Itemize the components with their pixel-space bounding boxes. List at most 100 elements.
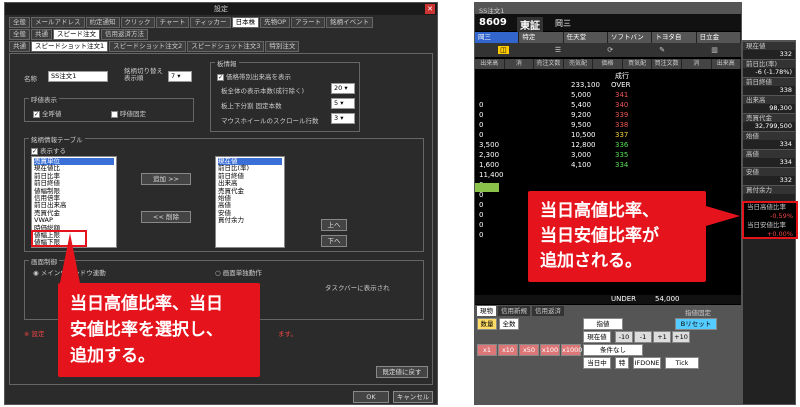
price[interactable]: 341	[615, 91, 628, 99]
symbol-tab[interactable]: トヨタ自	[652, 32, 697, 43]
pre-order-select[interactable]: IFDONE	[633, 357, 661, 369]
price[interactable]: 340	[615, 101, 628, 109]
main-tab[interactable]: 約定通知	[85, 17, 120, 28]
selected-items-list[interactable]: 現在値 前日比(率) 前日終値 出来高 売買代金 始値 高値 安値 買付余力	[215, 156, 285, 248]
sub-tab[interactable]: スピード注文	[53, 29, 100, 40]
name-input[interactable]: SS注文1	[48, 71, 108, 82]
left-volume: 0	[479, 201, 484, 209]
left-volume: 0	[479, 111, 484, 119]
tick-fixed-checkbox[interactable]: 呼値固定	[111, 108, 146, 118]
main-tab[interactable]: 日本株	[231, 17, 260, 28]
all-button[interactable]: 全数	[499, 318, 519, 330]
add-button[interactable]: 追加 >>	[141, 173, 191, 185]
sub-tab-2[interactable]: 特別注文	[265, 41, 300, 52]
info-value: 338	[779, 86, 792, 94]
tick-button[interactable]: Tick	[665, 357, 699, 369]
all-ticks-label: 全呼値	[42, 110, 62, 118]
sub-tab[interactable]: 信用返済方法	[101, 29, 148, 40]
rows-select[interactable]: 20 ▾	[331, 83, 355, 94]
column-header: 消	[682, 59, 712, 69]
price[interactable]: 337	[615, 131, 628, 139]
lock-icon[interactable]: ◫	[498, 46, 509, 54]
close-icon[interactable]: ✕	[425, 4, 435, 14]
scroll-select[interactable]: 3 ▾	[331, 113, 355, 124]
new-info-value: +0.00%	[766, 230, 793, 238]
updown-select[interactable]: 5 ▾	[331, 98, 355, 109]
symbol-tab[interactable]: 特定	[519, 32, 564, 43]
symbol-tab[interactable]: 日立金	[696, 32, 741, 43]
sub-tabs-2: 共通 スピードショット注文1 スピードショット注文2 スピードショット注文3 特別注文	[9, 41, 300, 52]
symbol-tab[interactable]: 任天堂	[563, 32, 608, 43]
all-ticks-checkbox[interactable]: ✓ 全呼値	[33, 108, 62, 118]
list-icon[interactable]: ☰	[555, 46, 561, 54]
board-settings-label: 板情報	[215, 58, 239, 68]
main-tab[interactable]: メールアドレス	[31, 17, 85, 28]
ok-button[interactable]: OK	[353, 391, 389, 403]
reset-b-button[interactable]: Bリセット	[675, 318, 717, 330]
offset-button[interactable]: -1	[634, 331, 652, 343]
main-tab[interactable]: クリック	[120, 17, 155, 28]
left-volume: 0	[479, 131, 484, 139]
expire-select[interactable]: 当日中	[583, 357, 611, 369]
up-button[interactable]: 上へ	[321, 219, 347, 231]
offset-button[interactable]: +1	[653, 331, 671, 343]
offset-button[interactable]: +10	[672, 331, 690, 343]
left-volume: 0	[479, 121, 484, 129]
left-volume: 11,400	[479, 171, 504, 179]
symbol-tab[interactable]: 岡三	[475, 32, 520, 43]
order-type-tab[interactable]: 現物	[477, 306, 496, 316]
down-button[interactable]: 下へ	[321, 235, 347, 247]
price[interactable]: 336	[615, 141, 628, 149]
order-type-tab[interactable]: 信用新規	[498, 306, 530, 316]
refresh-icon[interactable]: ⟳	[607, 46, 613, 54]
chart-icon[interactable]: ▥	[711, 46, 718, 54]
show-fraction-checkbox[interactable]: ✓ 価格帯別出来高を表示	[217, 71, 291, 81]
sub-tab-2[interactable]: 共通	[9, 41, 30, 52]
multiplier-button[interactable]: x50	[519, 344, 539, 356]
rule-select[interactable]: 条件なし	[583, 344, 643, 356]
screen-control-label: 画面制御	[29, 256, 59, 266]
offset-button[interactable]: -10	[615, 331, 633, 343]
symbol-tab[interactable]: ソフトバン	[607, 32, 653, 43]
sub-tab[interactable]: 全般	[9, 29, 30, 40]
sub-tab-2[interactable]: スピードショット注文2	[109, 41, 187, 52]
main-tab[interactable]: 全般	[9, 17, 30, 28]
shortcut-select[interactable]: 7 ▾	[168, 71, 192, 82]
main-tab[interactable]: ティッカー	[190, 17, 231, 28]
unit-select[interactable]: 特	[615, 357, 629, 369]
cancel-button[interactable]: キャンセル	[393, 391, 433, 403]
main-tab[interactable]: 先物OP	[260, 17, 291, 28]
price[interactable]: 334	[615, 161, 628, 169]
qty-button[interactable]: 数量	[477, 318, 497, 330]
order-type-tab[interactable]: 信用返済	[532, 306, 564, 316]
price[interactable]: 338	[615, 121, 628, 129]
current-price-button[interactable]: 現在値	[583, 331, 611, 343]
price[interactable]: 335	[615, 151, 628, 159]
multiplier-button[interactable]: x1	[477, 344, 497, 356]
price[interactable]: 339	[615, 111, 628, 119]
show-checkbox[interactable]: ✓ 表示する	[31, 145, 66, 155]
main-tab[interactable]: 銘柄イベント	[326, 17, 374, 28]
multiplier-button[interactable]: x10	[498, 344, 518, 356]
sub-tab[interactable]: 共通	[31, 29, 52, 40]
reset-button[interactable]: 既定値に戻す	[376, 366, 428, 378]
column-header: 売気配	[564, 59, 594, 69]
info-key: 安値	[743, 167, 795, 176]
sub-tab-2[interactable]: スピードショット注文3	[187, 41, 265, 52]
main-tab[interactable]: チャート	[155, 17, 190, 28]
multiplier-button[interactable]: x100	[540, 344, 560, 356]
radio-standalone[interactable]: ○ 画面単独動作	[215, 267, 262, 277]
sell-qty: 4,100	[571, 161, 592, 169]
sell-qty: 5,000	[571, 91, 592, 99]
remove-button[interactable]: << 削除	[141, 211, 191, 223]
multiplier-button[interactable]: x1000	[561, 344, 582, 356]
stock-code[interactable]: 8609	[479, 17, 507, 28]
sub-tab-2[interactable]: スピードショット注文1	[31, 41, 109, 52]
limit-select[interactable]: 指値	[583, 318, 623, 330]
edit-icon[interactable]: ✎	[659, 46, 665, 54]
list-item[interactable]: 買付余力	[218, 216, 282, 224]
info-key: 現在値	[743, 41, 795, 50]
updown-value: 5	[334, 99, 339, 107]
market-select[interactable]: 東証	[517, 17, 543, 32]
main-tab[interactable]: アラート	[291, 17, 326, 28]
